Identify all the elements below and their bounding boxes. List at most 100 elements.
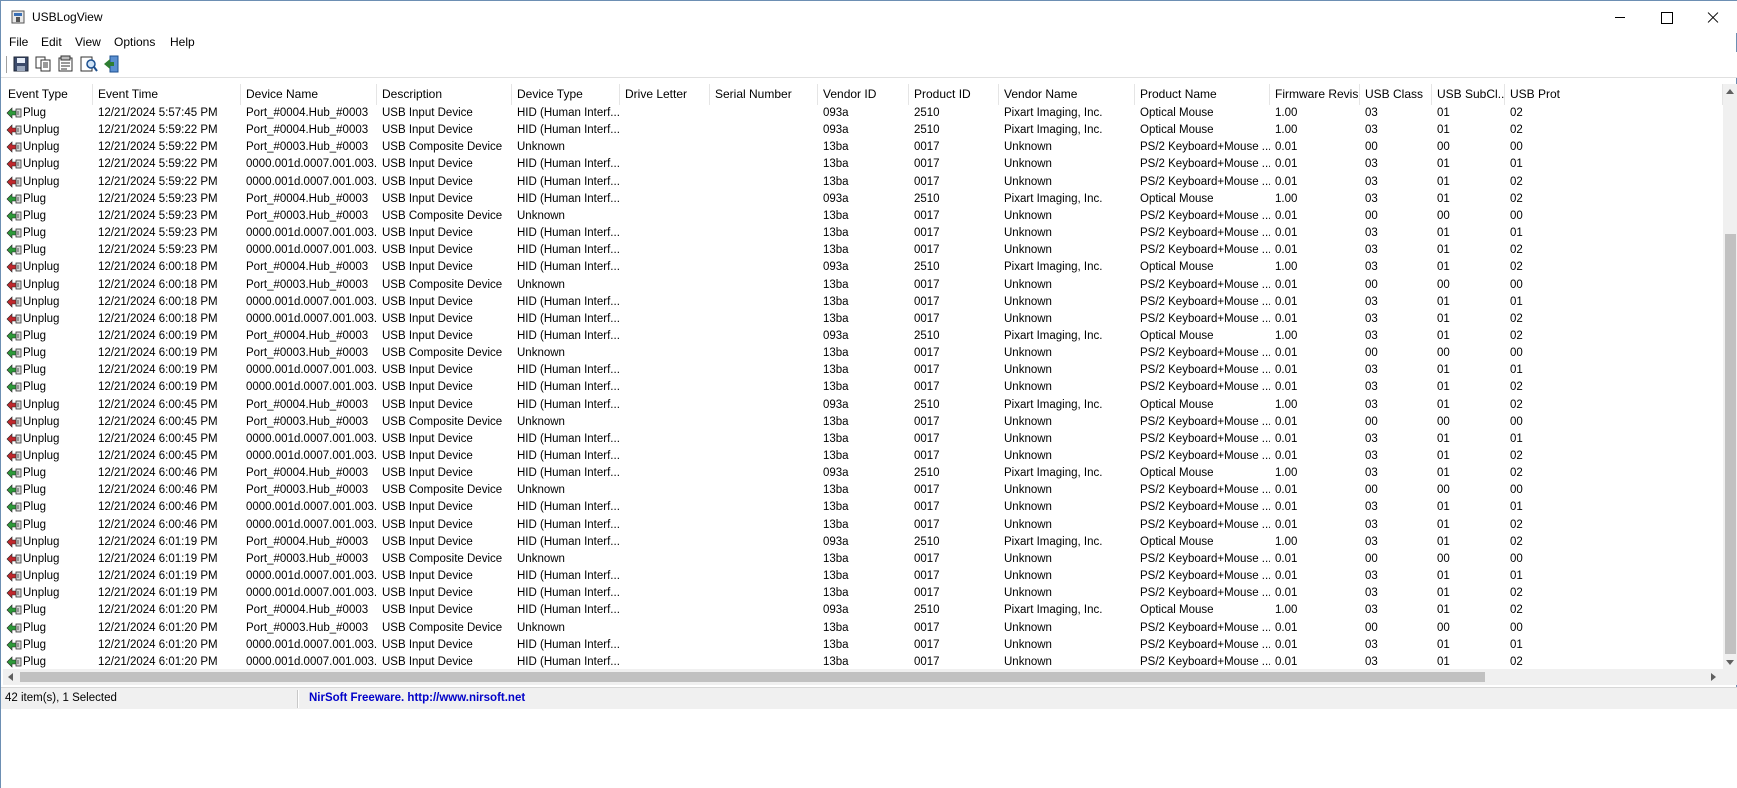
menu-file[interactable]: File bbox=[9, 35, 28, 49]
cell-event-type: Unplug bbox=[23, 295, 60, 308]
column-header-usb-class[interactable]: USB Class bbox=[1360, 84, 1432, 105]
column-header-event-time[interactable]: Event Time bbox=[93, 84, 241, 105]
table-row[interactable]: Unplug 12/21/2024 6:00:18 PM Port_#0004.Hu… bbox=[3, 259, 1723, 276]
menu-options[interactable]: Options bbox=[114, 35, 155, 49]
table-row[interactable]: Unplug 12/21/2024 6:00:18 PM 0000.001d.000… bbox=[3, 294, 1723, 311]
table-row[interactable]: Unplug 12/21/2024 6:00:18 PM Port_#0003.Hu… bbox=[3, 277, 1723, 294]
cell-drive-letter bbox=[620, 294, 710, 311]
column-header-serial-number[interactable]: Serial Number bbox=[710, 84, 818, 105]
table-row[interactable]: Plug 12/21/2024 6:01:20 PM Port_#0004.Hub_… bbox=[3, 602, 1723, 619]
column-header-vendor-name[interactable]: Vendor Name bbox=[999, 84, 1135, 105]
table-row[interactable]: Plug 12/21/2024 6:00:19 PM 0000.001d.0007.… bbox=[3, 362, 1723, 379]
cell-vendor-name: Unknown bbox=[1004, 364, 1052, 377]
column-header-description[interactable]: Description bbox=[377, 84, 512, 105]
cell-drive-letter bbox=[620, 122, 710, 139]
save-icon[interactable] bbox=[11, 55, 31, 73]
table-row[interactable]: Unplug 12/21/2024 6:01:19 PM Port_#0004.Hu… bbox=[3, 534, 1723, 551]
table-row[interactable]: Plug 12/21/2024 6:00:46 PM 0000.001d.0007.… bbox=[3, 517, 1723, 534]
cell-event-time: 12/21/2024 5:59:23 PM bbox=[98, 192, 218, 205]
nirsoft-link[interactable]: NirSoft Freeware. http://www.nirsoft.net bbox=[309, 692, 525, 704]
column-header-usb-protocol[interactable]: USB Prot bbox=[1505, 84, 1723, 105]
cell-product-name: Optical Mouse bbox=[1140, 261, 1214, 274]
column-header-product-name[interactable]: Product Name bbox=[1135, 84, 1270, 105]
column-header-usb-subclass[interactable]: USB SubCl... bbox=[1432, 84, 1505, 105]
table-row[interactable]: Unplug 12/21/2024 6:00:45 PM 0000.001d.000… bbox=[3, 448, 1723, 465]
properties-icon[interactable] bbox=[56, 55, 76, 73]
cell-usb-subclass: 00 bbox=[1437, 278, 1450, 291]
cell-usb-protocol: 02 bbox=[1510, 398, 1523, 411]
scroll-left-arrow[interactable] bbox=[8, 673, 13, 681]
scroll-up-arrow[interactable] bbox=[1726, 89, 1734, 94]
table-row[interactable]: Unplug 12/21/2024 6:01:19 PM 0000.001d.000… bbox=[3, 585, 1723, 602]
cell-event-time: 12/21/2024 6:00:46 PM bbox=[98, 484, 218, 497]
cell-device-name: 0000.001d.0007.001.003.... bbox=[246, 450, 377, 462]
table-row[interactable]: Plug 12/21/2024 5:57:45 PM Port_#0004.Hub_… bbox=[3, 105, 1723, 122]
menu-help[interactable]: Help bbox=[170, 35, 195, 49]
cell-vendor-id: 13ba bbox=[823, 587, 849, 600]
cell-usb-class: 00 bbox=[1365, 415, 1378, 428]
find-icon[interactable] bbox=[79, 55, 99, 73]
cell-event-time: 12/21/2024 6:00:46 PM bbox=[98, 501, 218, 514]
column-header-vendor-id[interactable]: Vendor ID bbox=[818, 84, 909, 105]
table-row[interactable]: Plug 12/21/2024 5:59:23 PM Port_#0004.Hub_… bbox=[3, 191, 1723, 208]
cell-event-type: Plug bbox=[23, 604, 47, 617]
table-row[interactable]: Plug 12/21/2024 5:59:23 PM Port_#0003.Hub_… bbox=[3, 208, 1723, 225]
table-row[interactable]: Plug 12/21/2024 6:00:19 PM Port_#0004.Hub_… bbox=[3, 328, 1723, 345]
column-header-event-type[interactable]: Event Type bbox=[3, 84, 93, 105]
menu-edit[interactable]: Edit bbox=[41, 35, 62, 49]
table-row[interactable]: Plug 12/21/2024 5:59:23 PM 0000.001d.0007.… bbox=[3, 225, 1723, 242]
copy-icon[interactable] bbox=[33, 55, 53, 73]
cell-vendor-id: 13ba bbox=[823, 295, 849, 308]
column-header-firmware-revision[interactable]: Firmware Revisi... bbox=[1270, 84, 1360, 105]
cell-usb-subclass: 01 bbox=[1437, 107, 1450, 119]
table-row[interactable]: Unplug 12/21/2024 6:00:45 PM 0000.001d.000… bbox=[3, 431, 1723, 448]
table-row[interactable]: Plug 12/21/2024 5:59:23 PM 0000.001d.0007.… bbox=[3, 242, 1723, 259]
table-row[interactable]: Unplug 12/21/2024 5:59:22 PM 0000.001d.000… bbox=[3, 156, 1723, 173]
cell-usb-subclass: 01 bbox=[1437, 432, 1450, 445]
table-row[interactable]: Plug 12/21/2024 6:01:20 PM 0000.001d.0007.… bbox=[3, 654, 1723, 669]
menu-view[interactable]: View bbox=[75, 35, 101, 49]
close-button[interactable] bbox=[1689, 1, 1735, 33]
table-row[interactable]: Plug 12/21/2024 6:00:19 PM 0000.001d.0007.… bbox=[3, 379, 1723, 396]
cell-vendor-id: 13ba bbox=[823, 381, 849, 394]
maximize-button[interactable] bbox=[1643, 1, 1689, 33]
cell-event-time: 12/21/2024 5:59:23 PM bbox=[98, 227, 218, 240]
vertical-scrollbar[interactable] bbox=[1723, 84, 1737, 669]
cell-device-name: 0000.001d.0007.001.003.... bbox=[246, 312, 377, 325]
column-header-product-id[interactable]: Product ID bbox=[909, 84, 999, 105]
cell-vendor-name: Pixart Imaging, Inc. bbox=[1004, 124, 1103, 137]
cell-event-time: 12/21/2024 5:57:45 PM bbox=[98, 107, 218, 119]
table-row[interactable]: Unplug 12/21/2024 5:59:22 PM Port_#0004.Hu… bbox=[3, 122, 1723, 139]
column-header-drive-letter[interactable]: Drive Letter bbox=[620, 84, 710, 105]
table-row[interactable]: Unplug 12/21/2024 5:59:22 PM Port_#0003.Hu… bbox=[3, 139, 1723, 156]
event-list[interactable]: Event Type Event Time Device Name Descripti… bbox=[3, 84, 1723, 669]
scroll-down-arrow[interactable] bbox=[1726, 660, 1734, 665]
cell-vendor-id: 13ba bbox=[823, 450, 849, 462]
minimize-button[interactable] bbox=[1597, 1, 1643, 33]
cell-event-time: 12/21/2024 6:00:46 PM bbox=[98, 518, 218, 531]
cell-drive-letter bbox=[620, 568, 710, 585]
table-row[interactable]: Plug 12/21/2024 6:01:20 PM 0000.001d.0007.… bbox=[3, 637, 1723, 654]
table-row[interactable]: Plug 12/21/2024 6:00:46 PM 0000.001d.0007.… bbox=[3, 499, 1723, 516]
table-row[interactable]: Unplug 12/21/2024 6:01:19 PM Port_#0003.Hu… bbox=[3, 551, 1723, 568]
table-row[interactable]: Plug 12/21/2024 6:00:19 PM Port_#0003.Hub_… bbox=[3, 345, 1723, 362]
table-row[interactable]: Plug 12/21/2024 6:00:46 PM Port_#0004.Hub_… bbox=[3, 465, 1723, 482]
scroll-right-arrow[interactable] bbox=[1711, 673, 1716, 681]
table-row[interactable]: Unplug 12/21/2024 5:59:22 PM 0000.001d.000… bbox=[3, 174, 1723, 191]
table-row[interactable]: Unplug 12/21/2024 6:01:19 PM 0000.001d.000… bbox=[3, 568, 1723, 585]
cell-usb-protocol: 02 bbox=[1510, 244, 1523, 257]
table-row[interactable]: Plug 12/21/2024 6:00:46 PM Port_#0003.Hub_… bbox=[3, 482, 1723, 499]
cell-device-type: HID (Human Interf... bbox=[517, 312, 620, 325]
horizontal-scrollbar[interactable] bbox=[3, 669, 1723, 685]
table-row[interactable]: Unplug 12/21/2024 6:00:18 PM 0000.001d.000… bbox=[3, 311, 1723, 328]
table-row[interactable]: Unplug 12/21/2024 6:00:45 PM Port_#0004.Hu… bbox=[3, 397, 1723, 414]
vertical-scroll-thumb[interactable] bbox=[1725, 234, 1736, 654]
title-bar[interactable]: USBLogView bbox=[1, 1, 1737, 33]
cell-usb-class: 03 bbox=[1365, 587, 1378, 600]
column-header-device-name[interactable]: Device Name bbox=[241, 84, 377, 105]
horizontal-scroll-thumb[interactable] bbox=[20, 672, 1485, 682]
column-header-device-type[interactable]: Device Type bbox=[512, 84, 620, 105]
exit-icon[interactable] bbox=[102, 55, 122, 73]
table-row[interactable]: Plug 12/21/2024 6:01:20 PM Port_#0003.Hub_… bbox=[3, 620, 1723, 637]
table-row[interactable]: Unplug 12/21/2024 6:00:45 PM Port_#0003.Hu… bbox=[3, 414, 1723, 431]
